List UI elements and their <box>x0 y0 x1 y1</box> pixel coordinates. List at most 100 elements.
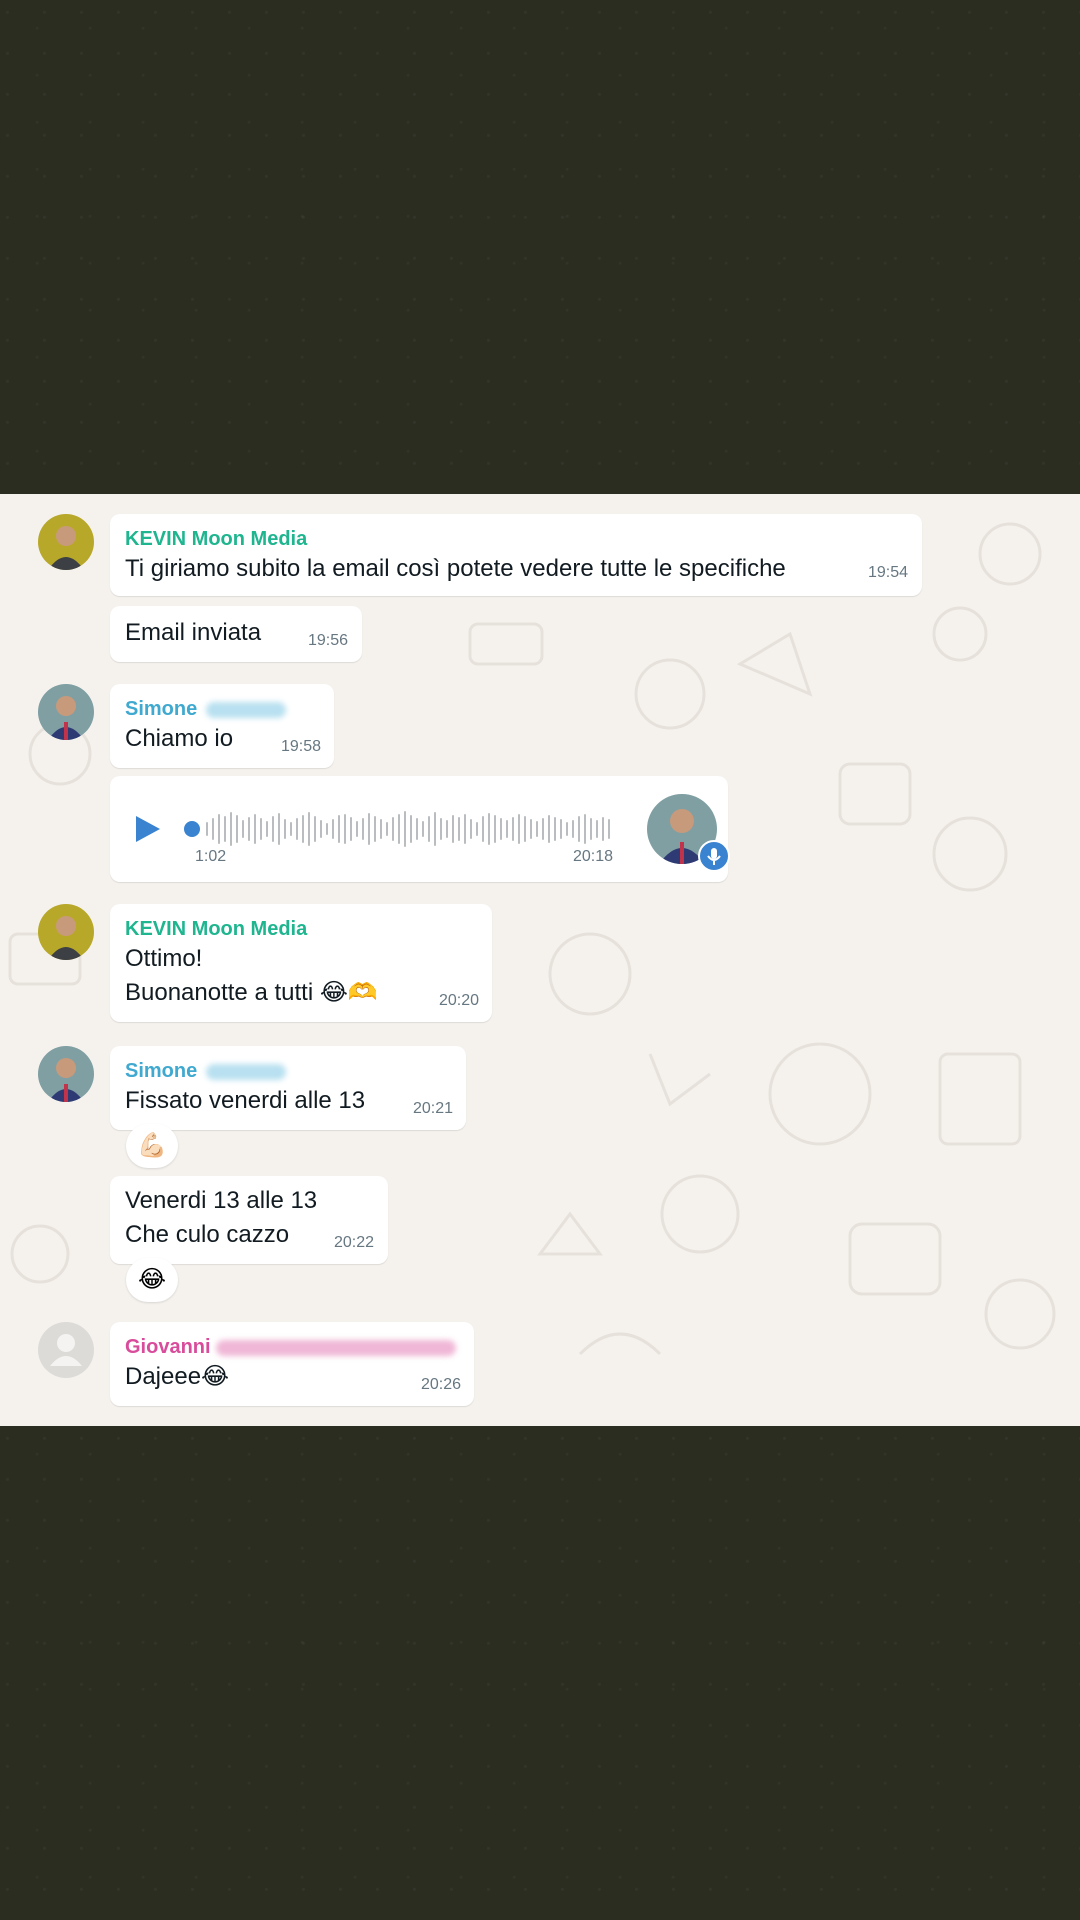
sender-name: KEVIN Moon Media <box>125 918 308 940</box>
message-text-line: Venerdi 13 alle 13 <box>125 1187 318 1214</box>
avatar-photo-icon <box>38 684 94 740</box>
waveform-bar <box>314 816 316 842</box>
waveform-bar <box>422 821 424 837</box>
message-bubble[interactable]: Email inviata 19:56 <box>110 606 362 662</box>
sender-name: Simone <box>125 698 198 720</box>
message-text: Chiamo io <box>125 725 234 752</box>
play-button[interactable] <box>134 814 162 844</box>
avatar-simone[interactable] <box>38 684 94 740</box>
waveform-bar <box>440 818 442 840</box>
waveform-bar <box>566 822 568 836</box>
waveform-bar <box>344 814 346 844</box>
waveform-bar <box>308 812 310 846</box>
message-bubble[interactable]: Simone Fissato venerdi alle 13 20:21 <box>110 1046 466 1130</box>
waveform-bar <box>572 820 574 838</box>
avatar-giovanni[interactable] <box>38 1322 94 1378</box>
waveform-bar <box>428 816 430 842</box>
message-time: 19:58 <box>281 738 322 755</box>
message-bubble[interactable]: KEVIN Moon Media Ottimo! Buonanotte a tu… <box>110 904 492 1022</box>
message-text-line: Ottimo! <box>125 945 203 972</box>
message-text: Ti giriamo subito la email così potete v… <box>125 555 786 582</box>
waveform-bar <box>434 812 436 846</box>
redacted-surname <box>206 1064 286 1080</box>
waveform-bar <box>212 818 214 840</box>
waveform-bar <box>380 819 382 839</box>
waveform-bar <box>500 818 502 840</box>
voice-message-bubble[interactable]: 1:02 20:18 <box>110 776 730 882</box>
chat-panel[interactable]: KEVIN Moon Media Ti giriamo subito la em… <box>0 494 1080 1426</box>
avatar-kevin[interactable] <box>38 904 94 960</box>
avatar-simone[interactable] <box>38 1046 94 1102</box>
waveform-bar <box>254 814 256 844</box>
message-text-line: Buonanotte a tutti 😂🫶 <box>125 979 378 1006</box>
waveform-bar <box>602 817 604 841</box>
message-time: 20:22 <box>334 1234 375 1251</box>
waveform-bar <box>266 821 268 837</box>
message-bubble[interactable]: Venerdi 13 alle 13 Che culo cazzo 20:22 <box>110 1176 388 1264</box>
waveform-bar <box>404 811 406 847</box>
message-text: Dajeee😂 <box>125 1363 230 1390</box>
waveform-bar <box>284 819 286 839</box>
message-time: 20:20 <box>439 992 480 1009</box>
message-bubble[interactable]: Simone Chiamo io 19:58 <box>110 684 334 768</box>
waveform-bar <box>554 817 556 841</box>
waveform-bar <box>548 815 550 843</box>
waveform-bar <box>518 814 520 844</box>
waveform-bar <box>374 816 376 842</box>
redacted-surname <box>216 1340 456 1356</box>
waveform-bar <box>476 822 478 836</box>
message-bubble[interactable]: Giovanni Dajeee😂 20:26 <box>110 1322 474 1406</box>
waveform-bar <box>596 820 598 838</box>
message-text-line: Che culo cazzo <box>125 1221 290 1248</box>
waveform-bar <box>332 819 334 839</box>
voice-waveform[interactable] <box>206 804 610 854</box>
message-time: 19:56 <box>308 632 349 649</box>
background-top <box>0 0 1080 494</box>
waveform-bar <box>368 813 370 845</box>
waveform-bar <box>458 817 460 841</box>
message-time: 20:18 <box>573 848 614 865</box>
waveform-bar <box>416 818 418 840</box>
waveform-bar <box>452 815 454 843</box>
waveform-bar <box>248 817 250 841</box>
voice-progress-dot[interactable] <box>184 821 200 837</box>
waveform-bar <box>536 821 538 837</box>
sender-name: Giovanni <box>125 1336 211 1358</box>
reaction-badge[interactable]: 😂 <box>126 1258 178 1302</box>
redacted-surname <box>206 702 286 718</box>
reaction-badge[interactable]: 💪🏻 <box>126 1124 178 1168</box>
sender-name: Simone <box>125 1060 198 1082</box>
background-bottom <box>0 1426 1080 1920</box>
microphone-badge <box>698 840 730 872</box>
waveform-bar <box>584 814 586 844</box>
waveform-bar <box>578 816 580 842</box>
sender-name: KEVIN Moon Media <box>125 528 308 550</box>
message-time: 20:21 <box>413 1100 454 1117</box>
avatar-kevin[interactable] <box>38 514 94 570</box>
waveform-bar <box>218 814 220 844</box>
waveform-bar <box>524 816 526 842</box>
waveform-bar <box>482 816 484 842</box>
waveform-bar <box>506 820 508 838</box>
waveform-bar <box>590 818 592 840</box>
waveform-bar <box>350 817 352 841</box>
default-avatar-icon <box>38 1322 94 1378</box>
waveform-bar <box>464 814 466 844</box>
waveform-bar <box>296 818 298 840</box>
waveform-bar <box>242 820 244 838</box>
message-bubble[interactable]: KEVIN Moon Media Ti giriamo subito la em… <box>110 514 922 596</box>
waveform-bar <box>302 815 304 843</box>
waveform-bar <box>386 822 388 836</box>
avatar-photo-icon <box>38 1046 94 1102</box>
microphone-icon <box>707 848 721 865</box>
voice-duration: 1:02 <box>195 848 227 865</box>
waveform-bar <box>446 820 448 838</box>
waveform-bar <box>410 815 412 843</box>
waveform-bar <box>320 820 322 838</box>
waveform-bar <box>392 817 394 841</box>
waveform-bar <box>290 822 292 836</box>
waveform-bar <box>278 813 280 845</box>
waveform-bar <box>542 818 544 840</box>
avatar-photo-icon <box>38 514 94 570</box>
waveform-bar <box>236 815 238 843</box>
